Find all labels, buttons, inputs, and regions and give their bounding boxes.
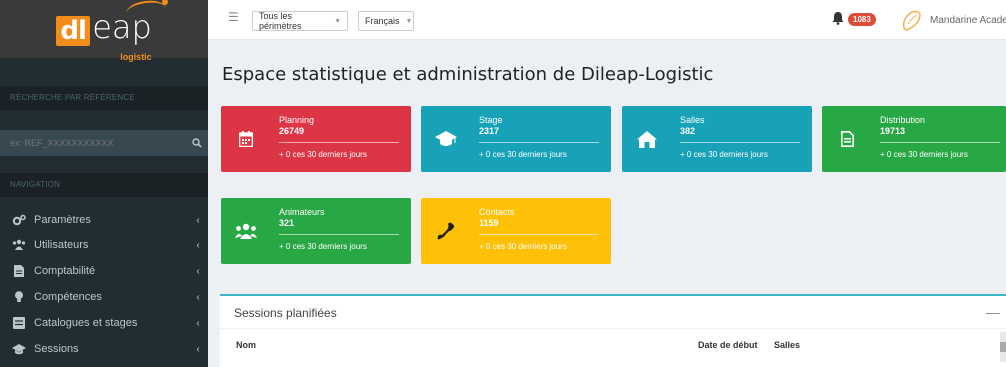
- stat-card-divider: [680, 142, 800, 143]
- phone-icon: [435, 220, 457, 242]
- chevron-left-icon: ‹: [196, 265, 200, 277]
- stat-card-contacts[interactable]: Contacts 1159 + 0 ces 30 derniers jours: [421, 198, 611, 264]
- scrollbar-thumb[interactable]: [1000, 342, 1006, 352]
- stat-card-title: Planning: [279, 115, 315, 125]
- stat-card-planning[interactable]: Planning 26749 + 0 ces 30 derniers jours: [221, 106, 411, 172]
- page-title: Espace statistique et administration de …: [222, 64, 714, 85]
- search-section-label: RECHERCHE PAR RÉFÉRENCE: [0, 86, 208, 110]
- stat-card-divider: [479, 142, 599, 143]
- logo-mark: dl: [56, 16, 91, 46]
- user-name[interactable]: Mandarine Academy: [930, 15, 1006, 26]
- stat-card-divider: [279, 234, 399, 235]
- stat-card-stage[interactable]: Stage 2317 + 0 ces 30 derniers jours: [421, 106, 611, 172]
- stat-card-divider: [880, 142, 1000, 143]
- hamburger-menu-icon[interactable]: ☰: [228, 10, 239, 24]
- bell-icon[interactable]: [832, 12, 844, 30]
- stat-card-distribution[interactable]: Distribution 19713 + 0 ces 30 derniers j…: [822, 106, 1006, 172]
- stat-card-value: 26749: [279, 126, 305, 136]
- perimeter-select[interactable]: Tous les périmètres ▼: [252, 11, 348, 31]
- collapse-icon[interactable]: —: [986, 304, 1000, 320]
- logo-wordmark: eap logistic: [92, 0, 168, 62]
- sidebar-item-utilisateurs[interactable]: Utilisateurs ‹: [0, 232, 208, 258]
- book-icon: [12, 316, 26, 330]
- stat-card-salles[interactable]: Salles 382 + 0 ces 30 derniers jours: [622, 106, 812, 172]
- stat-card-footer: + 0 ces 30 derniers jours: [680, 150, 768, 159]
- sidebar-item-catalogues[interactable]: Catalogues et stages ‹: [0, 310, 208, 336]
- search-button[interactable]: [186, 130, 208, 156]
- stat-card-title: Distribution: [880, 115, 926, 125]
- stat-card-footer: + 0 ces 30 derniers jours: [279, 150, 367, 159]
- nav-section-label: NAVIGATION: [0, 173, 208, 197]
- sidebar: dl eap logistic RECHERCHE PAR RÉFÉRENCE …: [0, 0, 208, 367]
- chevron-left-icon: ‹: [196, 239, 200, 251]
- user-avatar[interactable]: [900, 8, 922, 32]
- stat-card-divider: [279, 142, 399, 143]
- cogs-icon: [12, 213, 26, 227]
- caret-down-icon: ▼: [334, 17, 341, 25]
- stat-card-footer: + 0 ces 30 derniers jours: [880, 150, 968, 159]
- chevron-left-icon: ‹: [196, 343, 200, 355]
- stat-card-divider: [479, 234, 599, 235]
- logo-swoosh: [124, 0, 167, 24]
- sidebar-item-competences[interactable]: Compétences ‹: [0, 284, 208, 310]
- chevron-left-icon: ‹: [196, 291, 200, 303]
- stat-card-footer: + 0 ces 30 derniers jours: [479, 150, 567, 159]
- stat-card-value: 382: [680, 126, 696, 136]
- file-icon: [836, 128, 858, 150]
- sidebar-item-label: Utilisateurs: [34, 239, 89, 251]
- panel-title: Sessions planifiées: [234, 306, 337, 320]
- sidebar-item-label: Paramètres: [34, 214, 91, 226]
- calendar-icon: [235, 128, 257, 150]
- users-icon: [12, 238, 26, 252]
- top-navbar: ☰ Tous les périmètres ▼ Français ▼ 1083 …: [208, 0, 1006, 40]
- lightbulb-icon: [12, 290, 26, 304]
- stat-card-value: 19713: [880, 126, 906, 136]
- sidebar-item-label: Sessions: [34, 343, 79, 355]
- stat-card-animateurs[interactable]: Animateurs 321 + 0 ces 30 derniers jours: [221, 198, 411, 264]
- column-header-nom[interactable]: Nom: [236, 340, 256, 350]
- logo[interactable]: dl eap logistic: [0, 0, 208, 62]
- chevron-left-icon: ‹: [196, 214, 200, 226]
- sidebar-item-sessions[interactable]: Sessions ‹: [0, 336, 208, 362]
- document-icon: [12, 264, 26, 278]
- stat-card-title: Salles: [680, 115, 705, 125]
- logo-dot: [161, 0, 168, 5]
- chevron-left-icon: ‹: [196, 317, 200, 329]
- stat-card-value: 321: [279, 218, 295, 228]
- reference-search: [0, 130, 208, 156]
- graduation-cap-icon: [12, 342, 26, 356]
- language-select[interactable]: Français ▼: [358, 11, 414, 31]
- sidebar-item-label: Comptabilité: [34, 265, 96, 277]
- perimeter-select-value: Tous les périmètres: [259, 11, 302, 31]
- sidebar-item-label: Compétences: [34, 291, 102, 303]
- caret-down-icon: ▼: [405, 17, 413, 25]
- column-header-date-debut[interactable]: Date de début: [698, 340, 758, 350]
- sidebar-item-comptabilite[interactable]: Comptabilité ‹: [0, 258, 208, 284]
- stat-card-title: Animateurs: [279, 207, 325, 217]
- stat-card-value: 1159: [479, 218, 499, 228]
- stat-card-footer: + 0 ces 30 derniers jours: [279, 242, 367, 251]
- stat-card-footer: + 0 ces 30 derniers jours: [479, 242, 567, 251]
- stat-card-title: Stage: [479, 115, 503, 125]
- sidebar-item-label: Catalogues et stages: [34, 317, 138, 329]
- stat-card-title: Contacts: [479, 207, 515, 217]
- reference-search-input[interactable]: [0, 130, 186, 156]
- stat-card-value: 2317: [479, 126, 500, 136]
- users-icon: [235, 220, 257, 242]
- search-icon: [192, 138, 202, 148]
- sessions-panel: Sessions planifiées — Nom Date de début …: [220, 294, 1006, 367]
- sidebar-item-parametres[interactable]: Paramètres ‹: [0, 207, 208, 233]
- app-root: dl eap logistic RECHERCHE PAR RÉFÉRENCE …: [0, 0, 1006, 367]
- graduation-cap-icon: [435, 128, 457, 150]
- notification-badge[interactable]: 1083: [848, 13, 876, 26]
- logo-subtext: logistic: [120, 52, 152, 62]
- home-icon: [636, 128, 658, 150]
- panel-divider: [220, 328, 1006, 329]
- language-select-value: Français: [365, 16, 400, 26]
- column-header-salles[interactable]: Salles: [774, 340, 800, 350]
